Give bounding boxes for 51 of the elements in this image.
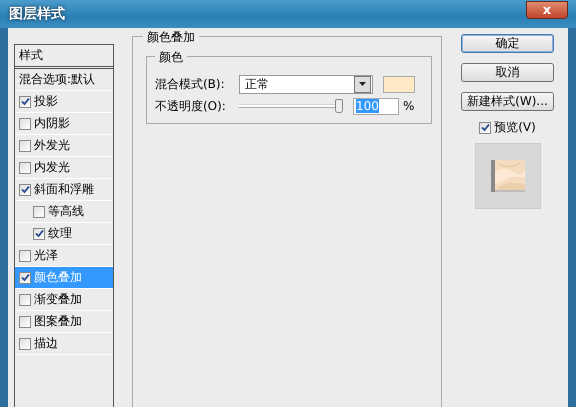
field-label: 混合模式(B): [155,76,226,92]
item-label: 颜色叠加 [34,269,82,286]
list-item[interactable]: 描边 [15,333,113,355]
blend-mode-dropdown[interactable]: 正常 [239,74,373,94]
dialog-button[interactable]: 取消 [461,63,554,82]
item-label: 图案叠加 [34,313,82,330]
item-label: 投影 [34,93,58,110]
list-item[interactable]: 外发光 [15,135,113,157]
list-item[interactable]: 等高线 [15,201,113,223]
checkbox-label: 预览(V) [494,119,536,136]
checkbox[interactable] [19,184,31,196]
item-label: 等高线 [48,203,84,220]
item-label: 外发光 [34,137,70,154]
slider-thumb[interactable] [335,99,343,113]
checkbox[interactable] [19,140,31,152]
dialog-button[interactable]: 确定 [461,34,554,53]
window-title: 图层样式 [9,5,65,23]
field-label: 不透明度(O): [155,98,227,114]
list-item[interactable]: 渐变叠加 [15,289,113,311]
group-title: 颜色叠加 [143,29,199,46]
list-item[interactable]: 内发光 [15,157,113,179]
list-item[interactable]: 斜面和浮雕 [15,179,113,201]
item-label: 斜面和浮雕 [34,181,94,198]
close-button[interactable]: x [526,1,568,19]
list-item[interactable]: 图案叠加 [15,311,113,333]
checkbox[interactable] [19,162,31,174]
color-swatch[interactable] [383,76,415,92]
list-item[interactable]: 纹理 [15,223,113,245]
item-label: 渐变叠加 [34,291,82,308]
group-title: 颜色 [155,49,187,66]
list-item[interactable]: 混合选项:默认 [15,69,113,91]
checkbox[interactable] [19,294,31,306]
checkbox[interactable] [19,250,31,262]
unit-label: % [403,99,414,113]
checkbox[interactable] [19,338,31,350]
item-label: 内发光 [34,159,70,176]
checkbox[interactable] [19,272,31,284]
checkbox[interactable] [33,228,45,240]
item-label: 描边 [34,335,58,352]
list-header: 样式 [15,45,113,69]
checkbox[interactable] [479,122,492,134]
item-label: 纹理 [48,225,72,242]
checkbox[interactable] [19,118,31,130]
item-label: 内阴影 [34,115,70,132]
list-item[interactable]: 投影 [15,91,113,113]
checkbox[interactable] [19,316,31,328]
list-item[interactable]: 内阴影 [15,113,113,135]
dialog-button[interactable]: 新建样式(W)... [461,92,554,111]
checkbox[interactable] [19,96,31,108]
item-label: 光泽 [34,247,58,264]
checkbox[interactable] [33,206,45,218]
